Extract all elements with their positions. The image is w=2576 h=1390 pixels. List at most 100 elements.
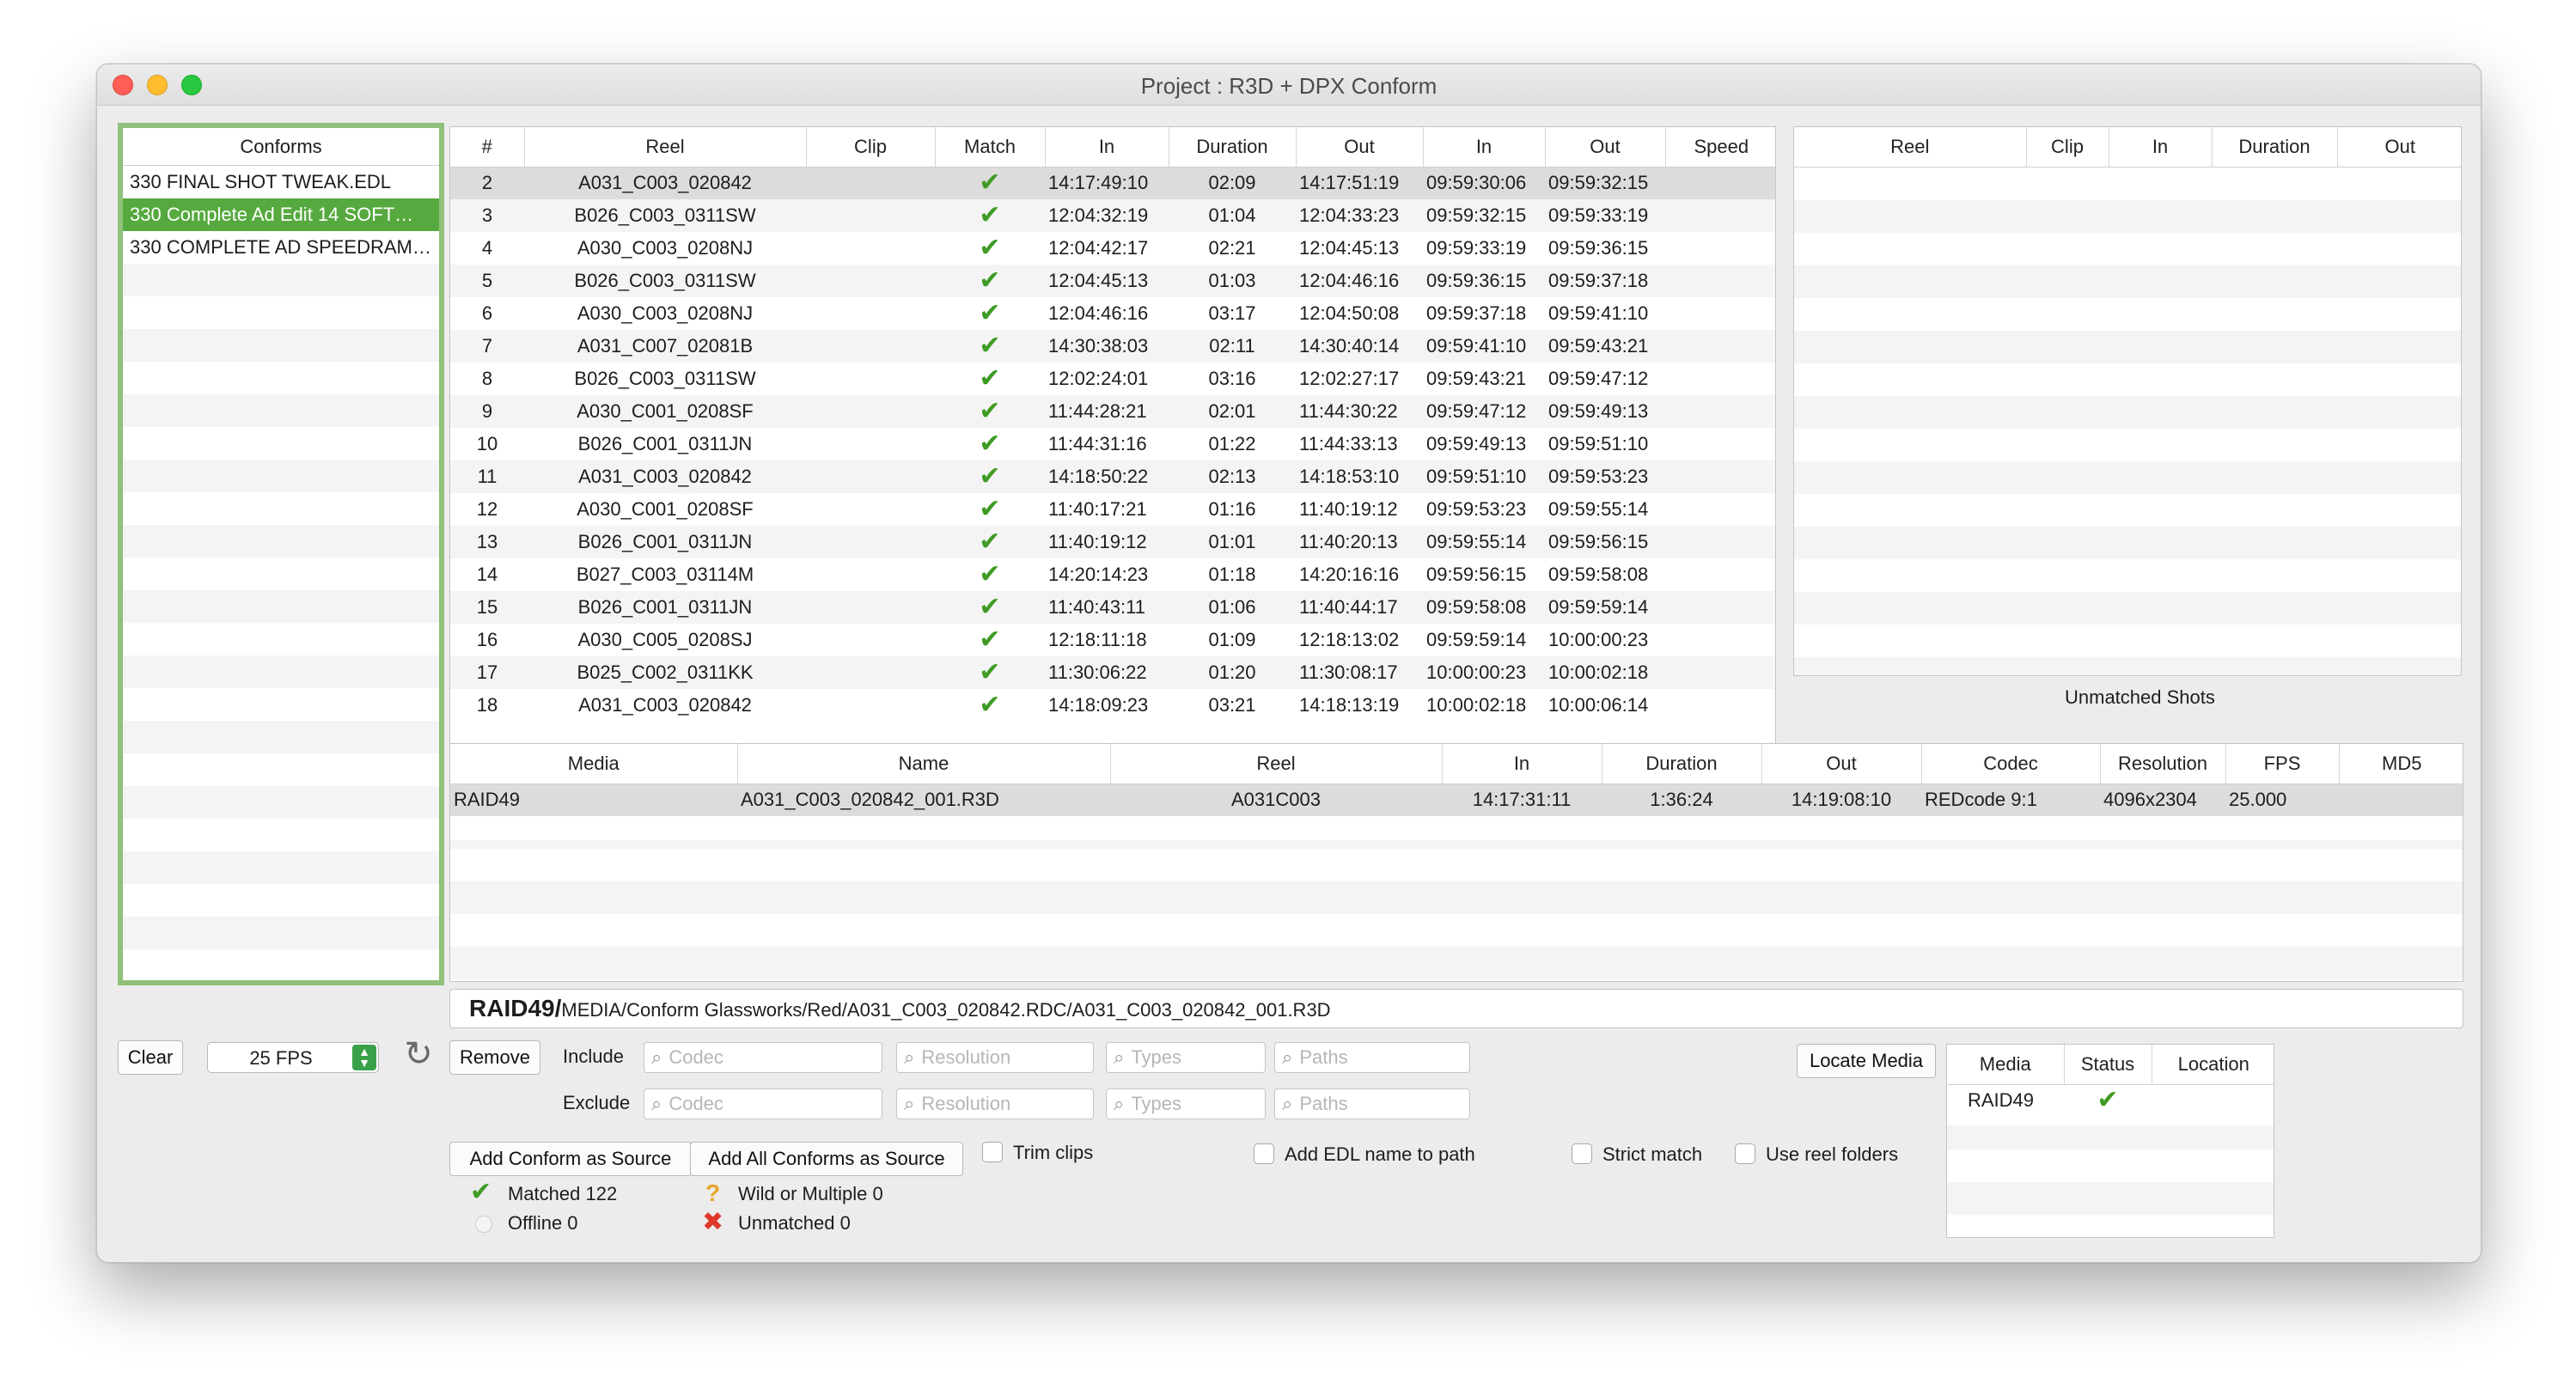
media-column-header[interactable]: Reel: [1110, 744, 1443, 784]
include-types-field[interactable]: ⌕ Types: [1106, 1042, 1266, 1073]
exclude-paths-field[interactable]: ⌕ Paths: [1274, 1088, 1470, 1119]
include-codec-field[interactable]: ⌕ Codec: [644, 1042, 882, 1073]
remove-button[interactable]: Remove: [449, 1040, 540, 1075]
check-icon: ✔: [979, 397, 1001, 425]
locate-media-button[interactable]: Locate Media: [1797, 1044, 1936, 1078]
include-paths-field[interactable]: ⌕ Paths: [1274, 1042, 1470, 1073]
events-column-header[interactable]: #: [450, 127, 525, 168]
event-cell-5: 01:04: [1169, 199, 1296, 232]
events-column-header[interactable]: Duration: [1169, 127, 1297, 168]
conform-list-item[interactable]: 330 Complete Ad Edit 14 SOFT…: [123, 198, 439, 231]
conform-list-item[interactable]: 330 COMPLETE AD SPEEDRAM…: [123, 231, 439, 264]
check-icon: ✔: [979, 168, 1001, 198]
events-column-header[interactable]: Out: [1296, 127, 1424, 168]
event-cell-5: 02:01: [1169, 395, 1296, 428]
events-table[interactable]: # Reel Clip Match In Duration Out In Out Speed 2A…: [449, 126, 1776, 784]
location-column-header[interactable]: Location: [2152, 1045, 2274, 1085]
unmatched-column-header[interactable]: Duration: [2212, 127, 2338, 168]
wild-count: Wild or Multiple 0: [738, 1183, 883, 1204]
event-cell-8: 09:59:41:10: [1548, 302, 1649, 324]
events-column-header[interactable]: In: [1045, 127, 1169, 168]
media-column-header[interactable]: Out: [1761, 744, 1922, 784]
media-column-header[interactable]: MD5: [2339, 744, 2463, 784]
location-column-header[interactable]: Media: [1947, 1045, 2065, 1085]
event-cell-6: 11:40:19:12: [1299, 498, 1398, 520]
strict-match-checkbox[interactable]: [1572, 1143, 1592, 1164]
media-column-header[interactable]: Resolution: [2100, 744, 2226, 784]
event-row[interactable]: 6 A030_C003_0208NJ ✔ 12:04:46:16 03:17 12:04:…: [450, 297, 1775, 330]
media-row[interactable]: RAID49 A031_C003_020842_001.R3D A031C003 14…: [450, 783, 2463, 816]
event-row[interactable]: 3 B026_C003_0311SW ✔ 12:04:32:19 01:04 12:04:…: [450, 199, 1775, 232]
unmatched-table[interactable]: Reel Clip In Duration Out: [1793, 126, 2462, 676]
add-edl-name-checkbox[interactable]: [1254, 1143, 1274, 1164]
include-resolution-field[interactable]: ⌕ Resolution: [896, 1042, 1094, 1073]
event-row[interactable]: 16 A030_C005_0208SJ ✔ 12:18:11:18 01:09 12:18…: [450, 624, 1775, 656]
event-cell-4: 11:40:19:12: [1045, 526, 1169, 558]
refresh-icon[interactable]: ↻: [400, 1035, 437, 1073]
event-cell-1: B026_C001_0311JN: [524, 591, 806, 624]
event-cell-4: 14:18:09:23: [1048, 694, 1149, 716]
event-row[interactable]: 7 A031_C007_02081B ✔ 14:30:38:03 02:11 14:30:…: [450, 330, 1775, 363]
location-row[interactable]: RAID49 ✔: [1947, 1084, 2274, 1117]
exclude-resolution-field[interactable]: ⌕ Resolution: [896, 1088, 1094, 1119]
media-cell-5: 14:19:08:10: [1761, 783, 1921, 816]
unmatched-column-header[interactable]: Clip: [2026, 127, 2109, 168]
exclude-types-field[interactable]: ⌕ Types: [1106, 1088, 1266, 1119]
event-row[interactable]: 9 A030_C001_0208SF ✔ 11:44:28:21 02:01 11:44:…: [450, 395, 1775, 428]
events-column-header[interactable]: Match: [935, 127, 1046, 168]
event-cell-1: B026_C001_0311JN: [524, 526, 806, 558]
media-column-header[interactable]: Codec: [1921, 744, 2101, 784]
use-reel-folders-checkbox[interactable]: [1735, 1143, 1755, 1164]
exclude-codec-field[interactable]: ⌕ Codec: [644, 1088, 882, 1119]
media-column-header[interactable]: Duration: [1602, 744, 1762, 784]
event-row[interactable]: 11 A031_C003_020842 ✔ 14:18:50:22 02:13 14:18…: [450, 460, 1775, 493]
media-table[interactable]: Media Name Reel In Duration Out Codec Resolutio…: [449, 743, 2463, 982]
event-row[interactable]: 2 A031_C003_020842 ✔ 14:17:49:10 02:09 14:17:…: [450, 167, 1775, 199]
event-row[interactable]: 8 B026_C003_0311SW ✔ 12:02:24:01 03:16 12:02:…: [450, 363, 1775, 395]
events-column-header[interactable]: Speed: [1665, 127, 1775, 168]
add-conform-as-source-button[interactable]: Add Conform as Source: [449, 1142, 692, 1176]
add-all-conforms-as-source-button[interactable]: Add All Conforms as Source: [690, 1142, 963, 1176]
event-row[interactable]: 15 B026_C001_0311JN ✔ 11:40:43:11 01:06 11:40…: [450, 591, 1775, 624]
event-row[interactable]: 18 A031_C003_020842 ✔ 14:18:09:23 03:21 14:18…: [450, 689, 1775, 722]
fps-select[interactable]: 25 FPS ▲ ▼: [207, 1042, 379, 1073]
event-row[interactable]: 17 B025_C002_0311KK ✔ 11:30:06:22 01:20 11:30…: [450, 656, 1775, 689]
event-row[interactable]: 10 B026_C001_0311JN ✔ 11:44:31:16 01:22 11:44…: [450, 428, 1775, 460]
media-column-header[interactable]: Media: [450, 744, 738, 784]
location-column-header[interactable]: Status: [2064, 1045, 2152, 1085]
media-column-header[interactable]: In: [1442, 744, 1602, 784]
media-locations-table[interactable]: Media Status Location RAID49 ✔: [1946, 1044, 2274, 1238]
event-row[interactable]: 5 B026_C003_0311SW ✔ 12:04:45:13 01:03 12:04:…: [450, 265, 1775, 297]
conform-list-item[interactable]: 330 FINAL SHOT TWEAK.EDL: [123, 166, 439, 198]
unmatched-column-header[interactable]: Reel: [1794, 127, 2027, 168]
event-cell-6: 14:17:51:19: [1296, 167, 1423, 199]
events-column-header[interactable]: In: [1423, 127, 1546, 168]
event-cell-3: ✔: [935, 460, 1045, 493]
unmatched-column-header[interactable]: Out: [2337, 127, 2461, 168]
event-cell-9: [1665, 624, 1775, 656]
media-path-field[interactable]: RAID49/MEDIA/Conform Glassworks/Red/A031…: [449, 989, 2463, 1028]
media-column-header[interactable]: Name: [737, 744, 1111, 784]
events-column-header[interactable]: Clip: [806, 127, 936, 168]
event-cell-3: ✔: [935, 297, 1045, 330]
event-cell-2: [806, 591, 935, 624]
media-column-header[interactable]: FPS: [2225, 744, 2340, 784]
events-column-header[interactable]: Reel: [524, 127, 807, 168]
event-cell-0: 6: [481, 302, 493, 324]
event-cell-1: B027_C003_03114M: [576, 564, 754, 585]
event-row[interactable]: 12 A030_C001_0208SF ✔ 11:40:17:21 01:16 11:40…: [450, 493, 1775, 526]
event-row[interactable]: 13 B026_C001_0311JN ✔ 11:40:19:12 01:01 11:40…: [450, 526, 1775, 558]
conforms-list[interactable]: Conforms 330 FINAL SHOT TWEAK.EDL 330 Com…: [118, 123, 444, 985]
event-cell-0: 12: [476, 498, 498, 520]
event-row[interactable]: 4 A030_C003_0208NJ ✔ 12:04:42:17 02:21 12:04:…: [450, 232, 1775, 265]
event-cell-5: 03:17: [1208, 302, 1256, 324]
event-cell-4: 11:44:31:16: [1048, 433, 1147, 454]
events-column-header[interactable]: Out: [1545, 127, 1666, 168]
unmatched-caption: Unmatched Shots: [2065, 686, 2215, 708]
check-icon: ✔: [979, 593, 1001, 621]
trim-clips-checkbox[interactable]: [982, 1142, 1003, 1162]
clear-button[interactable]: Clear: [118, 1040, 183, 1075]
unmatched-column-header[interactable]: In: [2109, 127, 2213, 168]
locations-empty-rows: [1947, 1117, 2274, 1237]
event-row[interactable]: 14 B027_C003_03114M ✔ 14:20:14:23 01:18 14:20…: [450, 558, 1775, 591]
